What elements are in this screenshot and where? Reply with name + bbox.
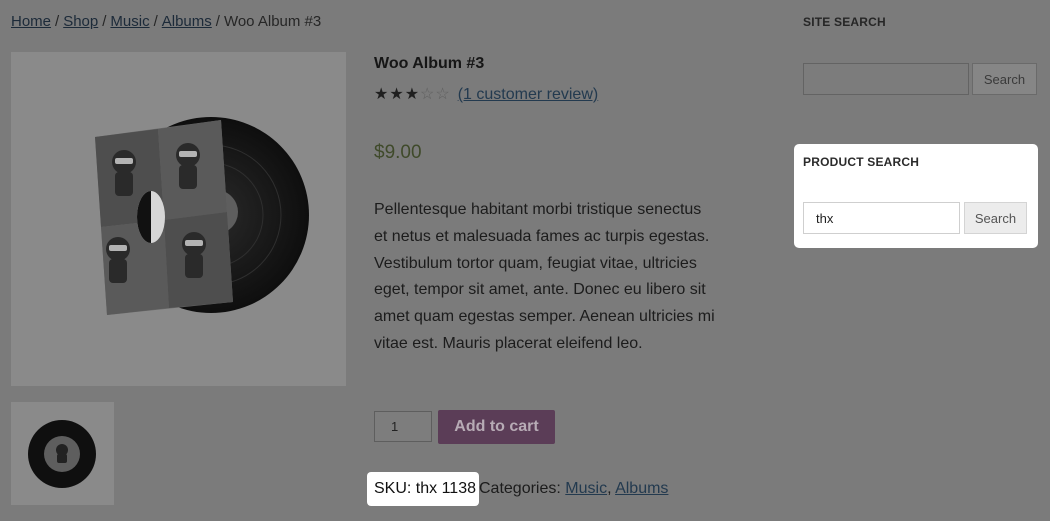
product-search-input[interactable] [803,202,960,234]
star-empty-icon: ☆ [435,86,450,103]
breadcrumb-separator: / [215,13,220,30]
site-search-button[interactable]: Search [972,63,1037,95]
breadcrumb-separator: / [153,13,158,30]
breadcrumb-albums-link[interactable]: Albums [162,13,212,30]
category-separator: , [607,480,612,497]
product-rating: ★ ★ ★ ☆ ☆ (1 customer review) [374,84,598,106]
product-main-image[interactable] [11,52,346,386]
star-filled-icon: ★ [404,86,420,103]
star-filled-icon: ★ [389,86,404,103]
product-title: Woo Album #3 [374,55,485,72]
product-price: $9.00 [374,142,422,163]
product-sku: SKU: thx 1138 [374,480,476,497]
customer-review-link[interactable]: (1 customer review) [458,86,598,104]
breadcrumb-shop-link[interactable]: Shop [63,13,98,30]
breadcrumb-home-link[interactable]: Home [11,13,51,30]
product-thumbnail[interactable] [11,402,114,505]
product-search-title: PRODUCT SEARCH [803,155,920,169]
breadcrumb-separator: / [55,13,60,30]
product-search-button[interactable]: Search [964,202,1027,234]
star-filled-icon: ★ [374,86,389,103]
site-search-title: SITE SEARCH [803,15,886,29]
breadcrumb-current: Woo Album #3 [223,13,322,30]
rating-stars: ★ ★ ★ ☆ ☆ [374,87,450,103]
category-link-music[interactable]: Music [565,480,607,497]
site-search-input[interactable] [803,63,969,95]
category-link-albums[interactable]: Albums [615,480,668,497]
categories-label: Categories: [479,480,561,497]
breadcrumb: Home / Shop / Music / Albums / Woo Album #3 [11,13,321,30]
quantity-input[interactable] [374,411,432,442]
star-empty-icon: ☆ [420,86,435,103]
album-vinyl-illustration [95,117,309,315]
product-description: Pellentesque habitant morbi tristique se… [374,201,715,352]
breadcrumb-separator: / [102,13,107,30]
add-to-cart-button[interactable]: Add to cart [438,410,555,444]
vinyl-thumbnail-icon [28,420,96,488]
breadcrumb-music-link[interactable]: Music [110,13,149,30]
product-categories: Categories: Music, Albums [479,480,668,498]
